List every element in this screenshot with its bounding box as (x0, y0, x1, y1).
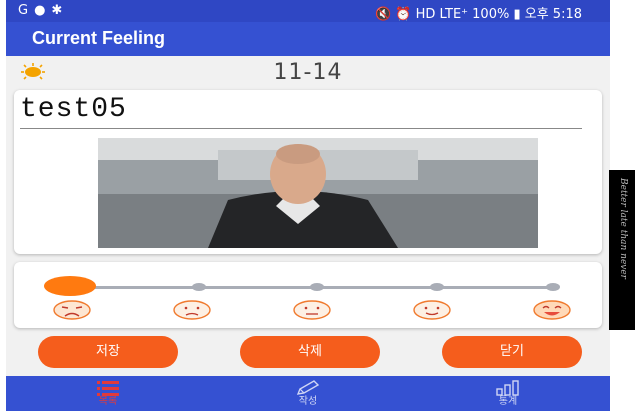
mood-step-dot[interactable] (310, 283, 324, 291)
stats-chart-icon (496, 380, 519, 396)
list-icon (97, 381, 119, 396)
entry-photo[interactable] (98, 138, 538, 248)
mood-step-dot[interactable] (192, 283, 206, 291)
mood-slider-thumb[interactable] (44, 276, 96, 296)
nav-label-write: 작성 (298, 396, 318, 407)
app-bar: Current Feeling (6, 22, 610, 56)
delete-button[interactable]: 삭제 (240, 336, 380, 368)
chat-icon: ● (34, 3, 52, 18)
mood-slider-card (14, 262, 602, 328)
bug-icon: ✱ (51, 3, 69, 18)
app-icon: G (18, 3, 35, 18)
save-button[interactable]: 저장 (38, 336, 178, 368)
pencil-icon (296, 380, 320, 395)
nav-label-stats: 통계 (498, 396, 518, 407)
entry-card: test05 (14, 90, 602, 254)
mood-step-dot[interactable] (546, 283, 560, 291)
nav-label-list: 목록 (98, 396, 118, 407)
face-3-icon (293, 300, 331, 320)
nav-item-list[interactable]: 목록 (48, 376, 168, 411)
face-4-icon (413, 300, 451, 320)
entry-title[interactable]: test05 (20, 94, 127, 125)
mood-step-dot[interactable] (430, 283, 444, 291)
entry-date: 11-14 (273, 60, 343, 85)
side-caption-text: Better late than never (618, 178, 628, 279)
status-bar: G●✱ 🔇 ⏰ HD LTE⁺ 100% ▮ 오후 5:18 (6, 0, 610, 22)
face-5-icon (533, 300, 571, 320)
status-right-text: 🔇 ⏰ HD LTE⁺ 100% ▮ 오후 5:18 (375, 7, 582, 22)
face-2-icon (173, 300, 211, 320)
face-1-icon (53, 300, 91, 320)
title-underline (20, 128, 582, 129)
bottom-nav: 목록 작성 통계 (6, 376, 610, 411)
app-title: Current Feeling (32, 28, 166, 48)
phone-screen: G●✱ 🔇 ⏰ HD LTE⁺ 100% ▮ 오후 5:18 Current F… (6, 0, 610, 411)
status-left-icons: G●✱ (18, 3, 68, 18)
nav-item-stats[interactable]: 통계 (448, 376, 568, 411)
close-button[interactable]: 닫기 (442, 336, 582, 368)
side-caption: Better late than never (609, 170, 635, 330)
nav-item-write[interactable]: 작성 (248, 376, 368, 411)
